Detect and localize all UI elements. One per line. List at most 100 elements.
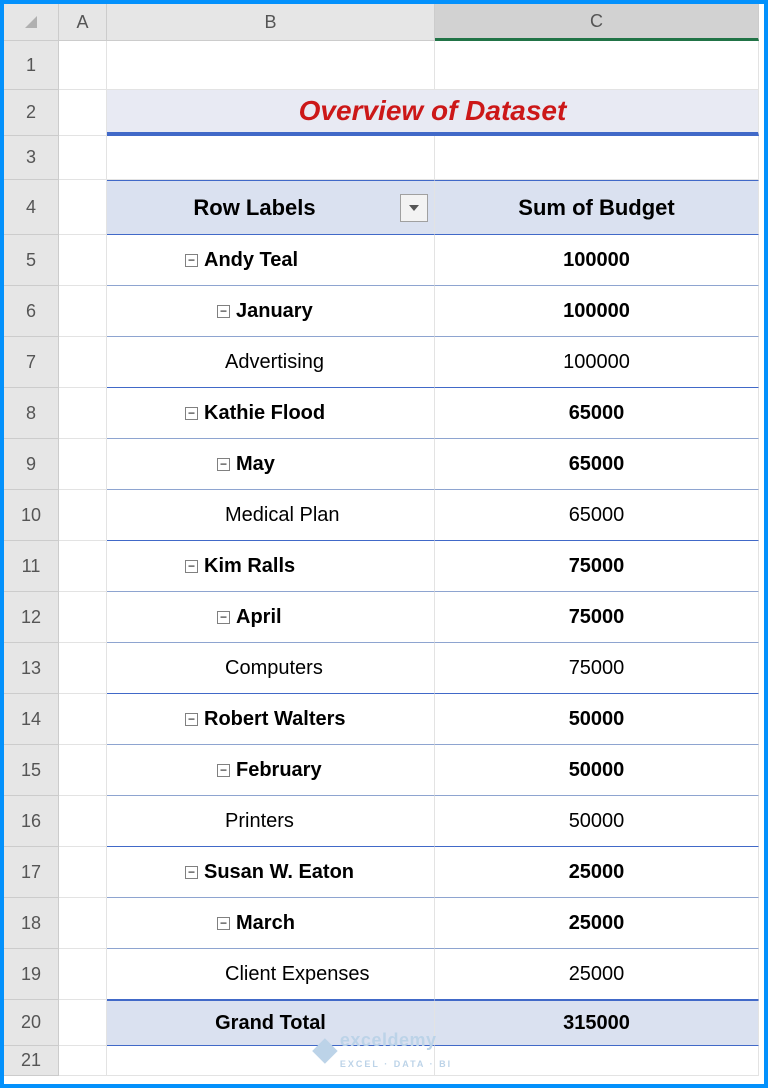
empty-cell[interactable] — [59, 337, 107, 388]
pivot-row-label[interactable]: January — [107, 286, 435, 337]
pivot-row-value: 25000 — [435, 847, 759, 898]
row-header[interactable]: 6 — [4, 286, 59, 337]
collapse-icon[interactable] — [185, 866, 198, 879]
pivot-row-value: 75000 — [435, 541, 759, 592]
collapse-icon[interactable] — [217, 917, 230, 930]
empty-cell[interactable] — [59, 388, 107, 439]
pivot-row-label[interactable]: Andy Teal — [107, 235, 435, 286]
pivot-row-label[interactable]: Computers — [107, 643, 435, 694]
row-header[interactable]: 4 — [4, 180, 59, 235]
grand-total-value: 315000 — [435, 1000, 759, 1046]
pivot-row-value: 75000 — [435, 592, 759, 643]
collapse-icon[interactable] — [185, 560, 198, 573]
row-header[interactable]: 15 — [4, 745, 59, 796]
empty-cell[interactable] — [59, 235, 107, 286]
collapse-icon[interactable] — [217, 611, 230, 624]
empty-cell[interactable] — [59, 136, 107, 180]
logo-icon — [312, 1038, 337, 1063]
row-header[interactable]: 11 — [4, 541, 59, 592]
pivot-row-label[interactable]: Kathie Flood — [107, 388, 435, 439]
pivot-row-label[interactable]: Kim Ralls — [107, 541, 435, 592]
row-header[interactable]: 13 — [4, 643, 59, 694]
pivot-row-label[interactable]: Robert Walters — [107, 694, 435, 745]
row-header[interactable]: 19 — [4, 949, 59, 1000]
pivot-label-text: Computers — [225, 657, 323, 680]
pivot-row-label[interactable]: March — [107, 898, 435, 949]
empty-cell[interactable] — [59, 439, 107, 490]
pivot-header-row-labels[interactable]: Row Labels — [107, 180, 435, 235]
watermark-sub: EXCEL · DATA · BI — [340, 1059, 452, 1069]
empty-cell[interactable] — [59, 41, 107, 90]
row-header[interactable]: 10 — [4, 490, 59, 541]
row-header[interactable]: 7 — [4, 337, 59, 388]
pivot-row-value: 65000 — [435, 439, 759, 490]
empty-cell[interactable] — [59, 180, 107, 235]
select-all-corner[interactable] — [4, 4, 59, 41]
pivot-row-label[interactable]: Susan W. Eaton — [107, 847, 435, 898]
row-header[interactable]: 12 — [4, 592, 59, 643]
col-header-b[interactable]: B — [107, 4, 435, 41]
pivot-label-text: Printers — [225, 810, 294, 833]
row-header[interactable]: 8 — [4, 388, 59, 439]
row-header[interactable]: 18 — [4, 898, 59, 949]
pivot-row-label[interactable]: April — [107, 592, 435, 643]
empty-cell[interactable] — [59, 847, 107, 898]
watermark-name: exceldemy — [340, 1030, 437, 1050]
empty-cell[interactable] — [59, 592, 107, 643]
pivot-row-value: 100000 — [435, 337, 759, 388]
empty-cell[interactable] — [59, 745, 107, 796]
empty-cell[interactable] — [59, 643, 107, 694]
collapse-icon[interactable] — [185, 254, 198, 267]
row-header[interactable]: 5 — [4, 235, 59, 286]
row-header[interactable]: 1 — [4, 41, 59, 90]
empty-cell[interactable] — [59, 898, 107, 949]
collapse-icon[interactable] — [185, 713, 198, 726]
row-header[interactable]: 2 — [4, 90, 59, 136]
empty-cell[interactable] — [59, 694, 107, 745]
empty-cell[interactable] — [59, 490, 107, 541]
collapse-icon[interactable] — [217, 305, 230, 318]
pivot-row-label[interactable]: Advertising — [107, 337, 435, 388]
pivot-row-label[interactable]: May — [107, 439, 435, 490]
row-labels-filter-button[interactable] — [400, 194, 428, 222]
col-header-c[interactable]: C — [435, 4, 759, 41]
row-header[interactable]: 16 — [4, 796, 59, 847]
empty-cell[interactable] — [435, 1046, 759, 1076]
pivot-row-label[interactable]: Client Expenses — [107, 949, 435, 1000]
empty-cell[interactable] — [59, 90, 107, 136]
pivot-row-value: 65000 — [435, 388, 759, 439]
pivot-row-label[interactable]: February — [107, 745, 435, 796]
row-header[interactable]: 9 — [4, 439, 59, 490]
pivot-label-text: February — [236, 759, 322, 782]
row-header[interactable]: 20 — [4, 1000, 59, 1046]
pivot-row-value: 65000 — [435, 490, 759, 541]
empty-cell[interactable] — [59, 796, 107, 847]
empty-cell[interactable] — [59, 1000, 107, 1046]
row-header[interactable]: 14 — [4, 694, 59, 745]
empty-cell[interactable] — [59, 949, 107, 1000]
empty-cell[interactable] — [435, 41, 759, 90]
pivot-row-value: 75000 — [435, 643, 759, 694]
empty-cell[interactable] — [59, 1046, 107, 1076]
row-header[interactable]: 17 — [4, 847, 59, 898]
empty-cell[interactable] — [59, 286, 107, 337]
row-header[interactable]: 3 — [4, 136, 59, 180]
row-header[interactable]: 21 — [4, 1046, 59, 1076]
watermark: exceldemy EXCEL · DATA · BI — [316, 1030, 452, 1072]
empty-cell[interactable] — [435, 136, 759, 180]
pivot-row-value: 50000 — [435, 796, 759, 847]
empty-cell[interactable] — [107, 41, 435, 90]
pivot-row-label[interactable]: Medical Plan — [107, 490, 435, 541]
col-header-a[interactable]: A — [59, 4, 107, 41]
empty-cell[interactable] — [59, 541, 107, 592]
pivot-header-sum-budget: Sum of Budget — [435, 180, 759, 235]
collapse-icon[interactable] — [217, 458, 230, 471]
pivot-row-label[interactable]: Printers — [107, 796, 435, 847]
pivot-label-text: Susan W. Eaton — [204, 861, 354, 884]
collapse-icon[interactable] — [217, 764, 230, 777]
collapse-icon[interactable] — [185, 407, 198, 420]
pivot-label-text: January — [236, 300, 313, 323]
pivot-row-value: 100000 — [435, 286, 759, 337]
empty-cell[interactable] — [107, 136, 435, 180]
pivot-label-text: Robert Walters — [204, 708, 346, 731]
